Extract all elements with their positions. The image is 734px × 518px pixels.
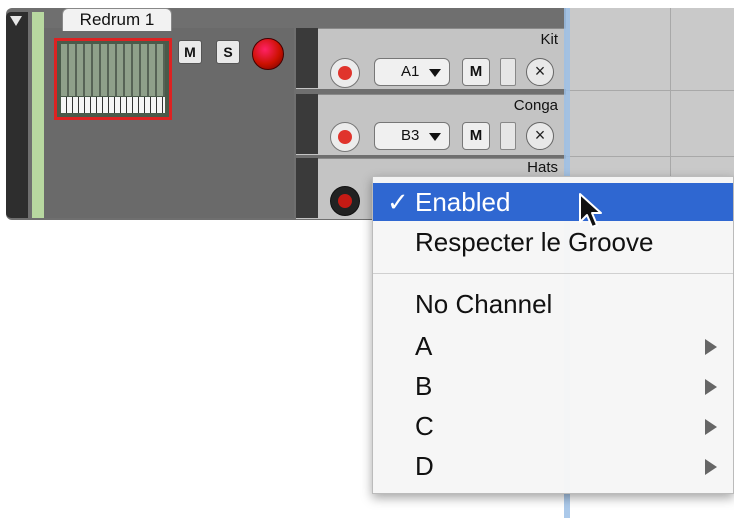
submenu-arrow-icon (705, 339, 717, 355)
solo-button[interactable]: S (216, 40, 240, 64)
menu-item-label: C (415, 411, 434, 441)
channel-value: B3 (401, 127, 420, 144)
lane-name: Conga (513, 97, 558, 114)
context-menu: ✓ Enabled Respecter le Groove No Channel… (372, 176, 734, 494)
track-color-bar (32, 12, 44, 218)
channel-select[interactable]: A1 (374, 58, 450, 86)
menu-item-a[interactable]: A (373, 327, 733, 365)
record-enable-icon[interactable] (252, 38, 284, 70)
menu-item-label: Respecter le Groove (415, 227, 654, 257)
record-button[interactable] (330, 122, 360, 152)
menu-item-no-channel[interactable]: No Channel (373, 285, 733, 323)
grid-line (566, 90, 734, 91)
checkmark-icon: ✓ (387, 187, 409, 217)
menu-item-label: No Channel (415, 289, 553, 319)
submenu-arrow-icon (705, 379, 717, 395)
device-panel-image (61, 44, 165, 96)
chevron-down-icon (429, 133, 441, 141)
close-circle-icon[interactable]: × (526, 122, 554, 150)
chevron-down-icon (429, 69, 441, 77)
record-button-pressed[interactable] (330, 186, 360, 216)
menu-item-label: D (415, 451, 434, 481)
mute-button[interactable]: M (178, 40, 202, 64)
menu-item-label: Enabled (415, 187, 511, 217)
redrum-device-icon[interactable] (54, 38, 172, 120)
close-circle-icon[interactable]: × (526, 58, 554, 86)
triangle-down-icon[interactable] (10, 16, 22, 26)
record-button[interactable] (330, 58, 360, 88)
record-icon (338, 130, 352, 144)
lane-mute-button[interactable]: M (462, 58, 490, 86)
channel-select[interactable]: B3 (374, 122, 450, 150)
submenu-arrow-icon (705, 419, 717, 435)
lane-fader[interactable] (500, 58, 516, 86)
device-name-tab[interactable]: Redrum 1 (62, 8, 172, 31)
lane-name: Kit (540, 31, 558, 48)
record-icon (338, 66, 352, 80)
menu-item-d[interactable]: D (373, 447, 733, 485)
arrow-cursor-icon (579, 193, 602, 228)
submenu-arrow-icon (705, 459, 717, 475)
lane-fader[interactable] (500, 122, 516, 150)
menu-item-label: A (415, 331, 433, 361)
keyboard-image (61, 97, 165, 113)
lane-handle[interactable] (296, 158, 318, 218)
channel-value: A1 (401, 63, 420, 80)
lane-name: Hats (527, 159, 558, 176)
menu-separator (373, 273, 733, 274)
grid-line (566, 156, 734, 157)
menu-item-b[interactable]: B (373, 367, 733, 405)
lane-handle[interactable] (296, 94, 318, 154)
record-icon (338, 194, 352, 208)
menu-item-respect-groove[interactable]: Respecter le Groove (373, 223, 733, 261)
lane-handle[interactable] (296, 28, 318, 88)
menu-item-enabled[interactable]: ✓ Enabled (373, 183, 733, 221)
lane-mute-button[interactable]: M (462, 122, 490, 150)
track-handle[interactable] (6, 12, 28, 218)
menu-item-c[interactable]: C (373, 407, 733, 445)
menu-item-label: B (415, 371, 433, 401)
